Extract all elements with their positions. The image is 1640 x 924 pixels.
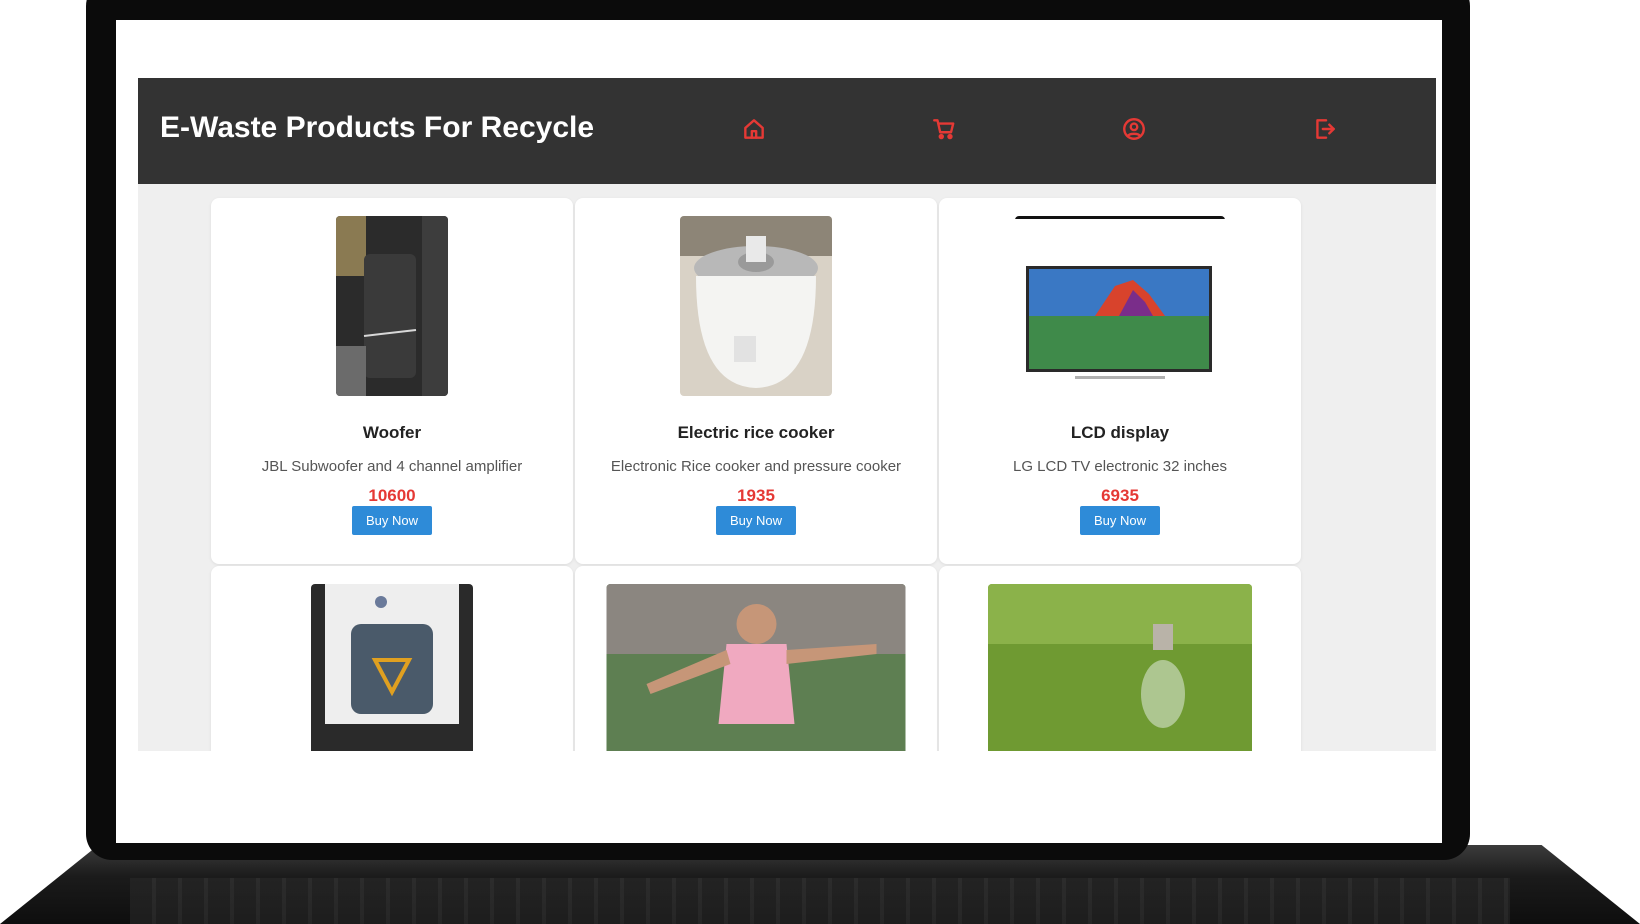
product-name: Woofer — [362, 423, 422, 442]
product-card — [211, 566, 573, 751]
product-image — [311, 584, 473, 751]
product-price: 1935 — [737, 486, 775, 505]
product-card-woofer: Woofer JBL Subwoofer and 4 channel ampli… — [211, 198, 573, 564]
product-description: Electronic Rice cooker and pressure cook… — [610, 458, 902, 475]
product-grid: Woofer JBL Subwoofer and 4 channel ampli… — [138, 78, 1436, 751]
product-card-rice-cooker: Electric rice cooker Electronic Rice coo… — [575, 198, 937, 564]
product-image-rice-cooker — [680, 216, 832, 396]
product-image — [988, 584, 1252, 751]
product-image-lcd-display — [1015, 216, 1225, 396]
product-description: JBL Subwoofer and 4 channel amplifier — [261, 458, 523, 475]
product-card — [939, 566, 1301, 751]
app-viewport: E-Waste Products For Recycle Woofer JBL … — [138, 78, 1436, 751]
product-price: 10600 — [368, 486, 416, 505]
laptop-keyboard — [130, 878, 1510, 924]
product-price: 6935 — [1101, 486, 1139, 505]
buy-now-button[interactable]: Buy Now — [352, 506, 432, 535]
product-image-woofer — [336, 216, 448, 396]
product-card-lcd-display: LCD display LG LCD TV electronic 32 inch… — [939, 198, 1301, 564]
product-name: Electric rice cooker — [677, 423, 835, 442]
product-card — [575, 566, 937, 751]
laptop-screen: E-Waste Products For Recycle Woofer JBL … — [116, 20, 1442, 843]
product-name: LCD display — [1070, 423, 1170, 442]
buy-now-button[interactable]: Buy Now — [1080, 506, 1160, 535]
product-description: LG LCD TV electronic 32 inches — [1013, 458, 1227, 475]
product-image — [606, 584, 906, 751]
buy-now-button[interactable]: Buy Now — [716, 506, 796, 535]
